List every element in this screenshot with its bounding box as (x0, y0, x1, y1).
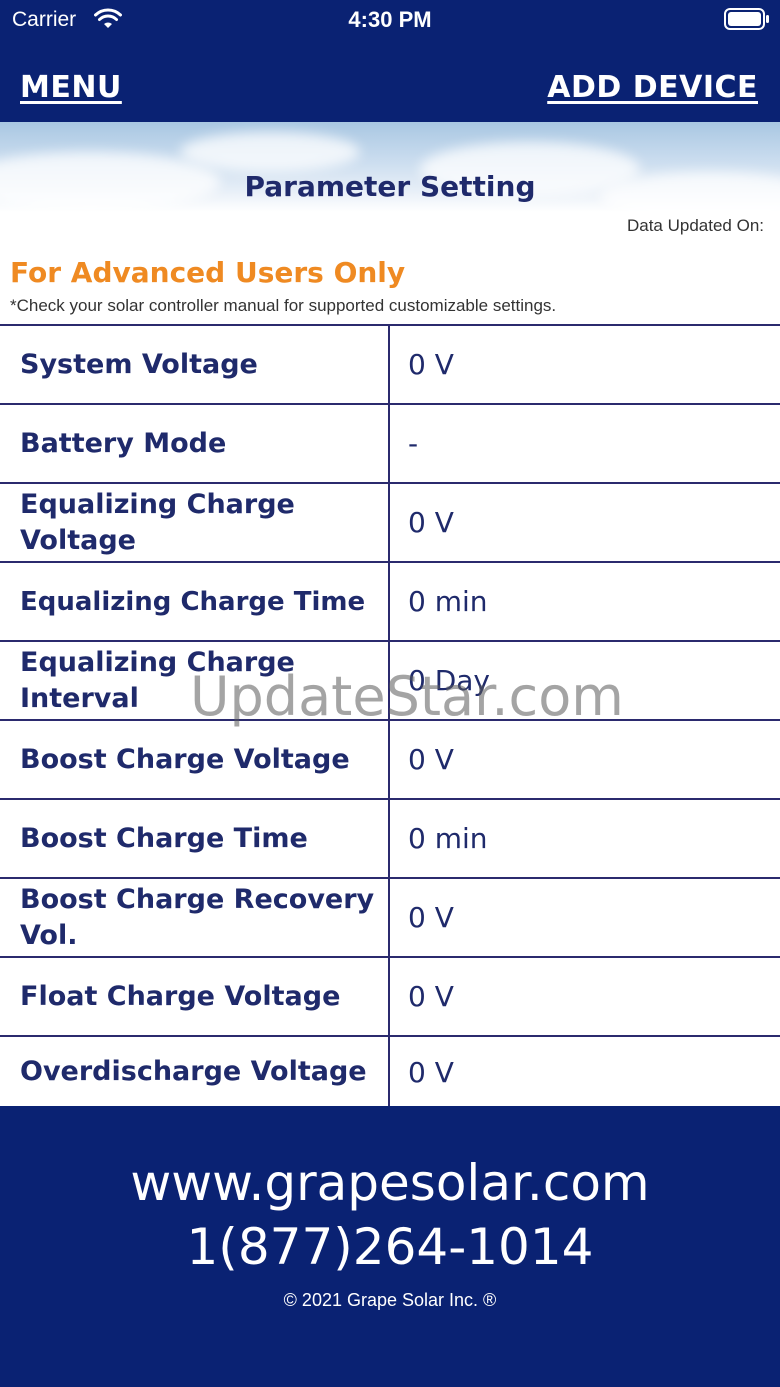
parameter-label: Equalizing Charge Time (0, 563, 390, 640)
add-device-button[interactable]: ADD DEVICE (547, 70, 758, 105)
menu-button[interactable]: MENU (20, 70, 122, 105)
parameter-value[interactable]: 0 V (390, 1037, 780, 1107)
parameter-row[interactable]: Battery Mode - (0, 405, 780, 484)
wifi-icon (94, 8, 122, 28)
data-updated-label: Data Updated On: (626, 216, 764, 235)
phone-link[interactable]: 1(877)264-1014 (0, 1218, 780, 1276)
advanced-users-note: *Check your solar controller manual for … (10, 296, 557, 315)
parameter-value[interactable]: 0 V (390, 958, 780, 1035)
website-link[interactable]: www.grapesolar.com (0, 1154, 780, 1212)
parameter-row[interactable]: Float Charge Voltage 0 V (0, 958, 780, 1037)
parameter-label: Boost Charge Recovery Vol. (0, 879, 390, 956)
page-title: Parameter Setting (244, 170, 536, 203)
cloud-decoration (180, 132, 360, 172)
parameter-row[interactable]: Boost Charge Time 0 min (0, 800, 780, 879)
parameter-row[interactable]: Overdischarge Voltage 0 V (0, 1037, 780, 1107)
parameter-label: Boost Charge Time (0, 800, 390, 877)
carrier-label: Carrier (12, 8, 77, 31)
copyright-text: © 2021 Grape Solar Inc. ® (283, 1290, 497, 1310)
header-banner: Parameter Setting (0, 122, 780, 212)
parameter-label: Float Charge Voltage (0, 958, 390, 1035)
parameter-value[interactable]: 0 V (390, 326, 780, 403)
parameter-label: Equalizing Charge Interval (0, 642, 390, 719)
parameter-row[interactable]: Equalizing Charge Interval 0 Day (0, 642, 780, 721)
status-bar: Carrier 4:30 PM (0, 0, 780, 44)
parameter-row[interactable]: Boost Charge Voltage 0 V (0, 721, 780, 800)
nav-bar: MENU ADD DEVICE (0, 44, 780, 122)
parameter-label: Equalizing Charge Voltage (0, 484, 390, 561)
parameter-value[interactable]: 0 Day (390, 642, 780, 719)
parameter-value[interactable]: 0 V (390, 721, 780, 798)
parameter-value[interactable]: 0 V (390, 484, 780, 561)
parameter-row[interactable]: Equalizing Charge Time 0 min (0, 563, 780, 642)
parameter-row[interactable]: System Voltage 0 V (0, 326, 780, 405)
footer: www.grapesolar.com 1(877)264-1014 © 2021… (0, 1106, 780, 1387)
parameter-row[interactable]: Equalizing Charge Voltage 0 V (0, 484, 780, 563)
main-content: Data Updated On: For Advanced Users Only… (0, 212, 780, 1107)
parameter-label: Boost Charge Voltage (0, 721, 390, 798)
parameter-label: Overdischarge Voltage (0, 1037, 390, 1107)
battery-full-icon (724, 8, 769, 30)
parameter-table: System Voltage 0 V Battery Mode - Equali… (0, 324, 780, 1107)
parameter-label: System Voltage (0, 326, 390, 403)
parameter-value[interactable]: - (390, 405, 780, 482)
parameter-row[interactable]: Boost Charge Recovery Vol. 0 V (0, 879, 780, 958)
parameter-label: Battery Mode (0, 405, 390, 482)
parameter-value[interactable]: 0 V (390, 879, 780, 956)
parameter-value[interactable]: 0 min (390, 800, 780, 877)
parameter-value[interactable]: 0 min (390, 563, 780, 640)
advanced-users-heading: For Advanced Users Only (10, 256, 406, 289)
